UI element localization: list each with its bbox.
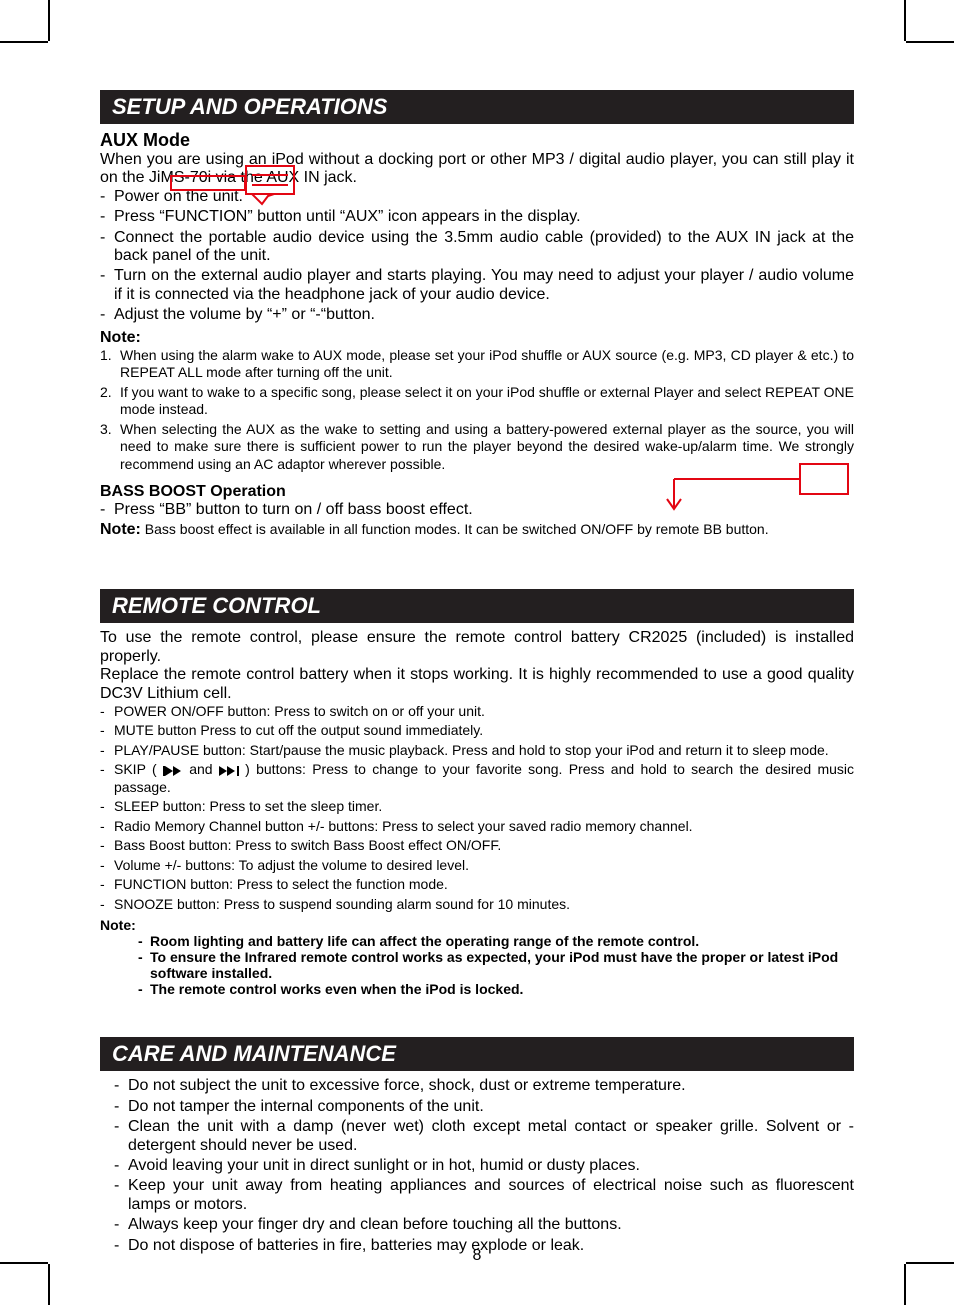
section-header-remote: REMOTE CONTROL bbox=[100, 589, 854, 623]
list-item: -Bass Boost button: Press to switch Bass… bbox=[100, 837, 854, 855]
list-item: -Press “FUNCTION” button until “AUX” ico… bbox=[100, 208, 854, 226]
remote-intro-2: Replace the remote control battery when … bbox=[100, 666, 854, 703]
manual-page: SETUP AND OPERATIONS AUX Mode When you a… bbox=[0, 0, 954, 1305]
list-item: -Adjust the volume by “+” or “-“button. bbox=[100, 306, 854, 324]
list-item: -MUTE button Press to cut off the output… bbox=[100, 722, 854, 740]
crop-mark bbox=[0, 41, 48, 43]
crop-mark bbox=[906, 41, 954, 43]
care-list: -Do not subject the unit to excessive fo… bbox=[100, 1077, 854, 1255]
list-item: -Connect the portable audio device using… bbox=[100, 229, 854, 266]
aux-note-label: Note: bbox=[100, 329, 854, 347]
bass-item: -Press “BB” button to turn on / off bass… bbox=[100, 501, 854, 519]
list-item: -FUNCTION button: Press to select the fu… bbox=[100, 876, 854, 894]
list-item: -Clean the unit with a damp (never wet) … bbox=[114, 1118, 854, 1155]
aux-notes-list: 1.When using the alarm wake to AUX mode,… bbox=[100, 347, 854, 474]
remote-note-label: Note: bbox=[100, 917, 854, 933]
section-header-care: CARE AND MAINTENANCE bbox=[100, 1037, 854, 1071]
list-item: -SLEEP button: Press to set the sleep ti… bbox=[100, 798, 854, 816]
crop-mark bbox=[904, 1264, 906, 1305]
note-item: -Room lighting and battery life can affe… bbox=[138, 933, 854, 949]
skip-prev-icon bbox=[163, 766, 183, 776]
aux-steps-list: -Power on the unit. -Press “FUNCTION” but… bbox=[100, 188, 854, 325]
list-item: -Do not tamper the internal components o… bbox=[114, 1098, 854, 1116]
list-item: 3.When selecting the AUX as the wake to … bbox=[100, 421, 854, 474]
crop-mark bbox=[48, 1264, 50, 1305]
bass-note: Note: Bass boost effect is available in … bbox=[100, 521, 854, 539]
section-header-setup: SETUP AND OPERATIONS bbox=[100, 90, 854, 124]
list-item: -Avoid leaving your unit in direct sunli… bbox=[114, 1157, 854, 1175]
list-item: -POWER ON/OFF button: Press to switch on… bbox=[100, 703, 854, 721]
skip-next-icon bbox=[219, 766, 239, 776]
note-item: -The remote control works even when the … bbox=[138, 981, 854, 997]
list-item: 2.If you want to wake to a specific song… bbox=[100, 384, 854, 419]
list-item: -PLAY/PAUSE button: Start/pause the musi… bbox=[100, 742, 854, 760]
list-item: 1.When using the alarm wake to AUX mode,… bbox=[100, 347, 854, 382]
bass-instruction: Press “BB” button to turn on / off bass … bbox=[114, 501, 854, 519]
list-item-skip: -SKIP ( and ) buttons: Press to change t… bbox=[100, 761, 854, 796]
bass-note-label: Note: bbox=[100, 521, 141, 538]
list-item: -Keep your unit away from heating applia… bbox=[114, 1177, 854, 1214]
list-item: -Power on the unit. bbox=[100, 188, 854, 206]
list-item: -SNOOZE button: Press to suspend soundin… bbox=[100, 896, 854, 914]
crop-mark bbox=[48, 0, 50, 41]
note-item: -To ensure the Infrared remote control w… bbox=[138, 949, 854, 981]
list-item: -Do not subject the unit to excessive fo… bbox=[114, 1077, 854, 1095]
remote-intro-1: To use the remote control, please ensure… bbox=[100, 629, 854, 666]
list-item: -Turn on the external audio player and s… bbox=[100, 267, 854, 304]
page-number: 8 bbox=[0, 1247, 954, 1265]
bass-boost-heading: BASS BOOST Operation bbox=[100, 483, 854, 501]
list-item: -Radio Memory Channel button +/- buttons… bbox=[100, 818, 854, 836]
aux-intro: When you are using an iPod without a doc… bbox=[100, 151, 854, 188]
remote-list: -POWER ON/OFF button: Press to switch on… bbox=[100, 703, 854, 914]
bass-note-text: Bass boost effect is available in all fu… bbox=[141, 521, 769, 537]
aux-mode-heading: AUX Mode bbox=[100, 130, 854, 151]
list-item: -Always keep your finger dry and clean b… bbox=[114, 1216, 854, 1234]
remote-notes: -Room lighting and battery life can affe… bbox=[100, 933, 854, 997]
crop-mark bbox=[904, 0, 906, 41]
list-item: -Volume +/- buttons: To adjust the volum… bbox=[100, 857, 854, 875]
